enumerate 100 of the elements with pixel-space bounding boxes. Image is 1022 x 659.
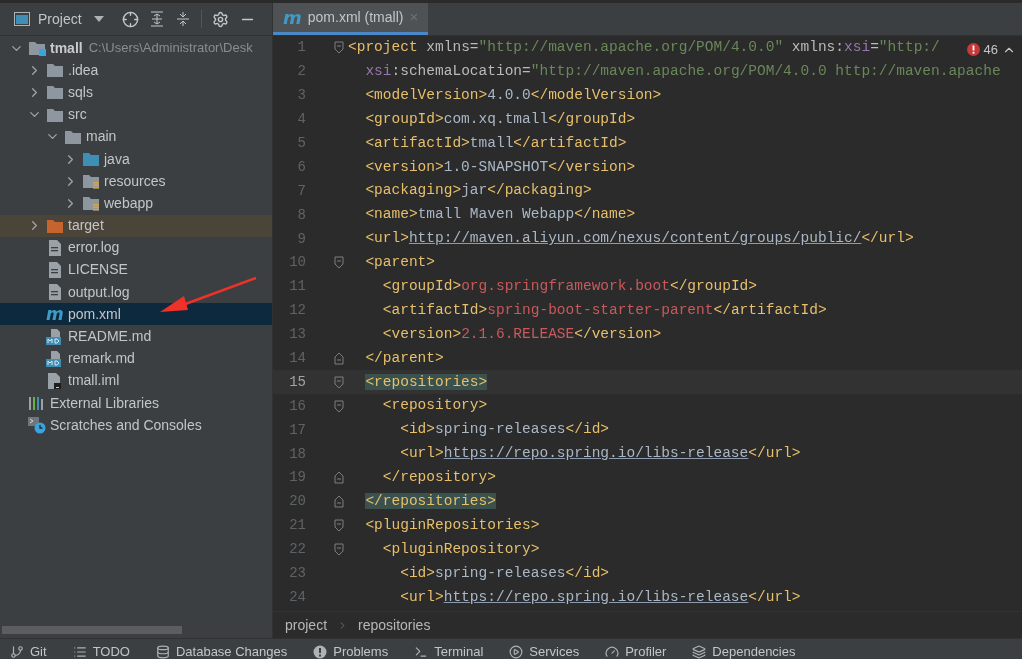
tree-item[interactable]: remark.md: [0, 347, 272, 370]
text-file-icon: [48, 239, 62, 256]
locate-icon[interactable]: [121, 10, 139, 28]
tool-window-button[interactable]: Services: [509, 642, 580, 659]
tool-window-button[interactable]: Terminal: [414, 642, 484, 659]
caret-down-icon[interactable]: [93, 16, 104, 22]
line-number: 4: [296, 110, 306, 130]
collapse-all-icon[interactable]: [174, 11, 191, 27]
tree-item[interactable]: Scratches and Consoles: [0, 414, 272, 437]
text-file-icon: [48, 284, 62, 301]
error-count[interactable]: 46: [983, 40, 998, 60]
line-number: 8: [296, 205, 306, 225]
tree-item[interactable]: tmall.iml: [0, 369, 272, 392]
line-number: 6: [296, 157, 306, 177]
fold-icon[interactable]: [334, 519, 344, 533]
tool-window-button[interactable]: Database Changes: [155, 642, 288, 659]
editor-tab[interactable]: m pom.xml (tmall) ×: [273, 3, 429, 35]
tool-window-button[interactable]: Problems: [313, 642, 389, 659]
code-line: <artifactId>spring-boot-starter-parent</artifactId>: [381, 300, 827, 320]
code-line: <version>1.0-SNAPSHOT</version>: [364, 157, 636, 177]
fold-icon[interactable]: [334, 471, 344, 485]
code-line: <pluginRepository>: [381, 539, 540, 559]
line-number: 2: [296, 62, 306, 82]
tree-item[interactable]: java: [0, 147, 272, 171]
line-number: 9: [296, 229, 306, 249]
tool-window-button[interactable]: Git: [10, 642, 47, 659]
code-line: <groupId>com.xq.tmall</groupId>: [364, 109, 636, 129]
breadcrumb[interactable]: repositories: [358, 614, 431, 636]
fold-icon[interactable]: [334, 495, 344, 509]
tree-item[interactable]: README.md: [0, 325, 272, 348]
line-number: 23: [288, 564, 306, 584]
services-icon: [509, 644, 524, 659]
tool-window-button[interactable]: Profiler: [605, 642, 667, 659]
fold-icon[interactable]: [334, 352, 344, 365]
breadcrumb[interactable]: project: [285, 614, 328, 636]
fold-icon[interactable]: [334, 256, 344, 270]
fold-icon[interactable]: [334, 41, 344, 55]
tool-window-button[interactable]: Dependencies: [692, 642, 796, 659]
code-line: <version>2.1.6.RELEASE</version>: [381, 324, 662, 344]
item-label: webapp: [104, 193, 154, 213]
tree-item[interactable]: .idea: [0, 59, 272, 82]
tree-item[interactable]: sqls: [0, 81, 272, 104]
line-number: 18: [288, 444, 306, 464]
tree-item[interactable]: target: [0, 214, 272, 237]
settings-icon[interactable]: [211, 10, 229, 28]
code-line: </parent>: [364, 348, 444, 368]
line-number: 5: [296, 134, 306, 153]
item-label: remark.md: [68, 349, 135, 369]
folder-icon: [46, 106, 64, 123]
item-label: output.log: [68, 282, 130, 302]
fold-icon[interactable]: [334, 543, 344, 557]
fold-icon[interactable]: [334, 399, 344, 413]
line-number: 16: [288, 396, 306, 416]
code-line: <repository>: [381, 396, 488, 416]
todo-icon: [72, 644, 87, 659]
expand-all-icon[interactable]: [148, 11, 165, 27]
markdown-file-icon: [46, 350, 64, 367]
tree-item[interactable]: resources: [0, 170, 272, 193]
folder-icon: [28, 40, 46, 57]
markdown-file-icon: [46, 328, 64, 345]
tree-item[interactable]: error.log: [0, 236, 272, 259]
error-icon[interactable]: [966, 43, 980, 57]
item-label: .idea: [68, 60, 99, 80]
folder-icon: [82, 173, 100, 190]
folder-icon: [64, 128, 82, 145]
line-number: 3: [296, 86, 306, 106]
tree-item[interactable]: tmall C:\Users\Administrator\Desk: [0, 37, 272, 60]
item-label: pom.xml: [68, 304, 121, 324]
tree-item[interactable]: LICENSE: [0, 258, 272, 282]
tree-item[interactable]: External Libraries: [0, 392, 272, 415]
line-number: 12: [288, 301, 306, 321]
item-label: java: [104, 149, 130, 169]
panel-title[interactable]: Project: [38, 8, 82, 30]
tree-item[interactable]: webapp: [0, 192, 272, 215]
code-line: <groupId>org.springframework.boot</groupId>: [381, 276, 757, 296]
tree-item[interactable]: src: [0, 103, 272, 126]
item-label: tmall.iml: [68, 371, 120, 391]
tree-item[interactable]: output.log: [0, 281, 272, 304]
tree-item[interactable]: m pom.xml: [0, 303, 272, 326]
tree-item[interactable]: main: [0, 125, 272, 148]
tool-window-button[interactable]: TODO: [72, 642, 130, 659]
line-number: 19: [288, 468, 306, 488]
code-line: <packaging>jar</packaging>: [364, 181, 592, 201]
line-number: 11: [288, 277, 306, 297]
code-line: <pluginRepositories>: [364, 515, 540, 535]
code-line: <modelVersion>4.0.0</modelVersion>: [364, 85, 662, 105]
fold-icon[interactable]: [334, 375, 344, 389]
item-label: sqls: [68, 82, 93, 102]
line-number: 20: [288, 492, 306, 512]
folder-icon: [82, 151, 100, 168]
libraries-icon: [28, 395, 46, 412]
code-line: <name>tmall Maven Webapp</name>: [364, 205, 636, 225]
database-icon: [155, 644, 170, 659]
folder-icon: [82, 195, 100, 212]
dependencies-icon: [692, 644, 707, 659]
maven-icon: m: [46, 306, 64, 323]
scrollbar[interactable]: [2, 626, 182, 634]
project-view-icon[interactable]: [14, 12, 30, 26]
item-label: error.log: [68, 238, 120, 258]
folder-icon: [46, 62, 64, 79]
